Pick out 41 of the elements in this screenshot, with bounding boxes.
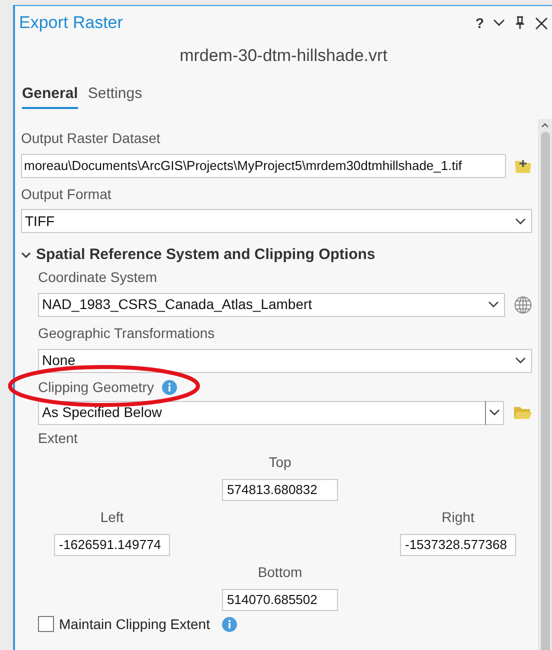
dropdown[interactable]: NAD_1983_CSRS_Canada_Atlas_Lambert (38, 292, 505, 316)
scrollbar[interactable] (538, 119, 552, 650)
field-label: Output Raster Dataset (21, 129, 162, 148)
field-label: Clipping Geometry (38, 378, 154, 397)
extent-label: Right (442, 508, 474, 527)
chevron-down-icon (489, 409, 500, 416)
globe-icon[interactable] (514, 296, 532, 314)
extent-label: Bottom (258, 562, 302, 582)
dropdown[interactable]: As Specified Below (38, 400, 504, 424)
section-header[interactable]: Spatial Reference System and Clipping Options (21, 244, 532, 266)
info-icon[interactable] (162, 380, 177, 394)
field-label: Geographic Transformations (38, 324, 216, 343)
folder-add-icon[interactable] (514, 158, 532, 174)
checkbox-label: Maintain Clipping Extent (59, 614, 210, 634)
number-field[interactable]: 514070.685502 (222, 588, 338, 610)
dropdown[interactable]: None (38, 348, 532, 372)
dataset-name: mrdem-30-dtm-hillshade.vrt (178, 45, 388, 67)
field-label: Extent (38, 428, 79, 448)
tab[interactable]: General (22, 82, 78, 109)
dropdown[interactable]: TIFF (21, 209, 532, 233)
window-title: Export Raster (19, 12, 124, 34)
number-field[interactable]: -1626591.149774 (54, 534, 170, 556)
chevron-down-icon (515, 218, 526, 224)
scroll-up-icon[interactable] (541, 123, 549, 128)
number-field[interactable]: 574813.680832 (222, 478, 338, 500)
chevron-down-icon (488, 301, 499, 308)
number-field[interactable]: -1537328.577368 (400, 534, 516, 556)
field-label: Output Format (21, 185, 112, 204)
extent-label: Top (268, 452, 292, 472)
tab[interactable]: Settings (88, 82, 142, 109)
close-icon[interactable] (535, 16, 548, 30)
pin-icon[interactable] (515, 16, 525, 30)
checkbox[interactable] (38, 616, 54, 632)
output-path-field[interactable]: moreau\Documents\ArcGIS\Projects\MyProject5\mrdem30dtmhillshade_1.tif (21, 154, 506, 178)
info-icon[interactable] (222, 616, 237, 632)
chevron-down-icon (21, 250, 31, 260)
field-label: Coordinate System (38, 268, 158, 287)
help-button[interactable]: ? (471, 12, 488, 34)
extent-label: Left (100, 508, 124, 526)
chevron-down-icon[interactable] (493, 19, 505, 27)
chevron-down-icon (515, 357, 526, 364)
